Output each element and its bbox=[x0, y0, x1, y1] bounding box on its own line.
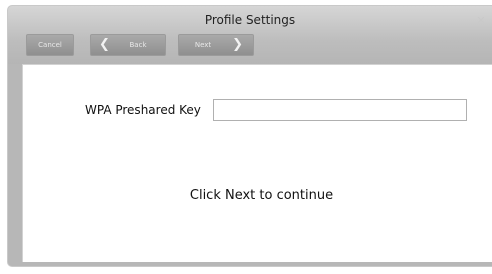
profile-settings-window: Profile Settings ✕ Cancel ❮ Back Next ❯ … bbox=[8, 6, 492, 266]
wpa-key-label: WPA Preshared Key bbox=[85, 103, 201, 117]
back-button[interactable]: ❮ Back bbox=[90, 34, 166, 56]
cancel-button[interactable]: Cancel bbox=[26, 34, 74, 56]
next-button[interactable]: Next ❯ bbox=[178, 34, 254, 56]
close-icon[interactable]: ✕ bbox=[476, 15, 486, 26]
wpa-key-input[interactable] bbox=[213, 99, 467, 121]
cancel-label: Cancel bbox=[38, 41, 62, 49]
title-bar: Profile Settings ✕ Cancel ❮ Back Next ❯ bbox=[8, 6, 492, 64]
next-label: Next bbox=[194, 41, 212, 49]
continue-hint: Click Next to continue bbox=[189, 188, 334, 203]
window-title: Profile Settings bbox=[204, 13, 296, 27]
chevron-right-icon: ❯ bbox=[232, 37, 243, 52]
chevron-left-icon: ❮ bbox=[99, 37, 110, 52]
content-panel: WPA Preshared Key Click Next to continue bbox=[22, 64, 492, 262]
back-label: Back bbox=[129, 41, 147, 49]
